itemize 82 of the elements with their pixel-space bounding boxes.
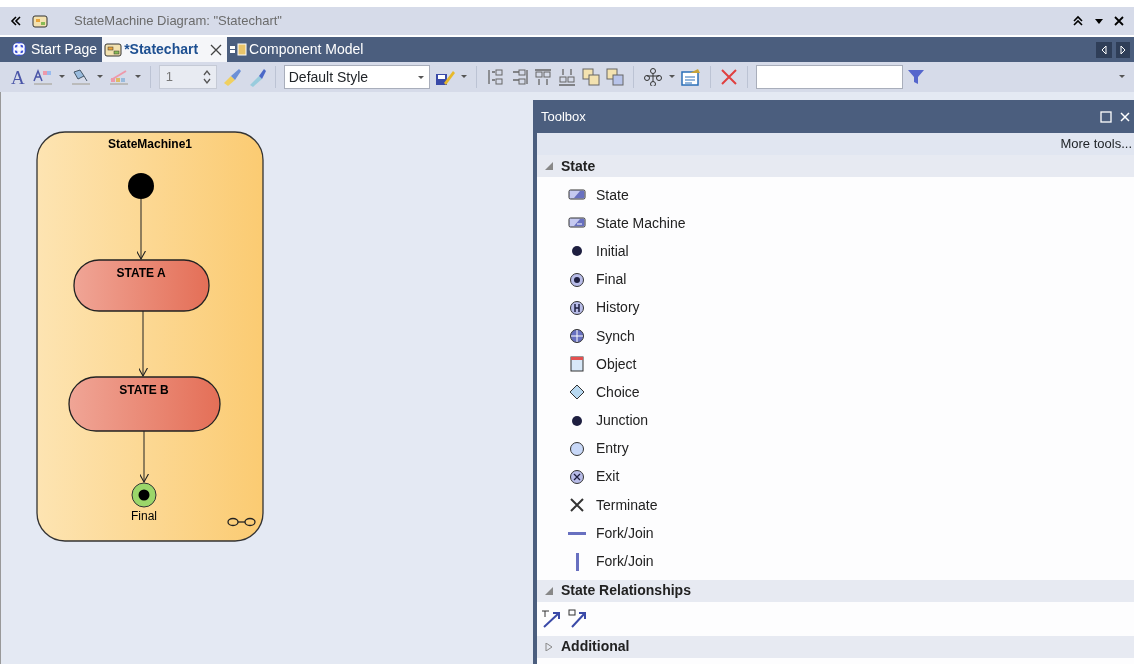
line-width-spinner[interactable]: 1 bbox=[158, 65, 217, 89]
caret-icon[interactable] bbox=[57, 74, 66, 80]
transition-arrow[interactable] bbox=[138, 430, 150, 483]
diagram-icon bbox=[104, 40, 123, 59]
section-header[interactable]: State bbox=[537, 155, 1134, 177]
toolbox-item[interactable]: Object bbox=[537, 350, 1134, 379]
toolbox-item[interactable]: State Machine bbox=[537, 209, 1134, 238]
state-node[interactable] bbox=[73, 259, 210, 312]
transition-arrow[interactable] bbox=[135, 198, 147, 260]
section-header[interactable]: Additional bbox=[537, 635, 1134, 658]
fill-color-icon[interactable] bbox=[69, 68, 92, 86]
hierarchy-icon[interactable] bbox=[641, 68, 664, 86]
toolbox-item[interactable]: Terminate bbox=[537, 491, 1134, 520]
toolbox-item[interactable]: State bbox=[537, 181, 1134, 210]
state-machine-title: StateMachine1 bbox=[108, 137, 192, 151]
dropdown-icon[interactable] bbox=[1094, 16, 1104, 26]
transition-arrow[interactable] bbox=[137, 310, 149, 377]
initial-node[interactable] bbox=[128, 173, 154, 199]
bring-forward-icon[interactable] bbox=[580, 67, 601, 87]
toolbox-item[interactable]: Fork/Join bbox=[537, 547, 1134, 576]
style-dropdown[interactable]: Default Style bbox=[283, 65, 430, 89]
properties-icon[interactable] bbox=[679, 67, 702, 87]
window-title: StateMachine Diagram: "Statechart" bbox=[74, 12, 282, 31]
align-bottom-icon[interactable] bbox=[556, 67, 577, 87]
more-tools-link[interactable]: More tools... bbox=[1060, 134, 1132, 154]
caret-icon[interactable] bbox=[667, 74, 676, 80]
entry-icon bbox=[568, 440, 586, 457]
final-label: Final bbox=[131, 509, 157, 523]
component-icon bbox=[229, 40, 248, 59]
font-color-icon[interactable] bbox=[31, 68, 54, 86]
align-top-icon[interactable] bbox=[532, 67, 553, 87]
caret-icon[interactable] bbox=[1118, 74, 1126, 80]
toolbox-item[interactable]: Entry bbox=[537, 434, 1134, 463]
toolbox-item[interactable]: Junction bbox=[537, 406, 1134, 435]
expand-up-icon[interactable] bbox=[1072, 15, 1084, 27]
toolbox-item[interactable]: Initial bbox=[537, 237, 1134, 266]
caret-icon[interactable] bbox=[459, 74, 468, 80]
fork-bar-icon bbox=[575, 552, 579, 571]
tab[interactable]: Component Model bbox=[227, 37, 369, 62]
line-color-icon[interactable] bbox=[107, 68, 130, 86]
close-icon[interactable] bbox=[1114, 16, 1124, 26]
panel-title: Toolbox bbox=[541, 107, 586, 126]
object-icon bbox=[568, 356, 586, 373]
state-label: STATE A bbox=[116, 266, 166, 280]
fork-bar-icon bbox=[568, 531, 586, 535]
history-icon bbox=[568, 299, 586, 316]
caret-icon bbox=[416, 74, 425, 80]
state-label: STATE B bbox=[119, 383, 169, 397]
filter-icon[interactable] bbox=[906, 68, 925, 86]
delete-icon[interactable] bbox=[718, 67, 739, 87]
toolbox-item[interactable]: Exit bbox=[537, 462, 1134, 492]
save-edit-icon[interactable] bbox=[433, 68, 456, 86]
tab[interactable]: Start Page bbox=[9, 37, 103, 62]
terminate-icon bbox=[568, 497, 586, 514]
toolbox-item[interactable]: Fork/Join bbox=[537, 519, 1134, 548]
spin-arrows-icon[interactable] bbox=[201, 69, 212, 85]
scroll-right-icon[interactable] bbox=[1116, 41, 1130, 58]
transition-icon[interactable] bbox=[541, 608, 561, 629]
search-field[interactable] bbox=[755, 65, 903, 89]
expand-icon[interactable] bbox=[545, 642, 553, 651]
caret-icon[interactable] bbox=[95, 74, 104, 80]
synch-icon bbox=[568, 328, 586, 345]
caret-icon[interactable] bbox=[133, 74, 142, 80]
state-node[interactable] bbox=[68, 376, 221, 432]
section-header[interactable]: State Relationships bbox=[537, 579, 1134, 602]
toolbox-item[interactable]: History bbox=[537, 293, 1134, 322]
tab[interactable]: *Statechart bbox=[102, 37, 228, 62]
maximize-icon[interactable] bbox=[1100, 110, 1112, 123]
exit-icon bbox=[568, 468, 586, 485]
message-transition-icon[interactable] bbox=[567, 608, 587, 629]
final-node[interactable] bbox=[131, 482, 157, 508]
final-icon bbox=[568, 271, 586, 288]
composite-icon bbox=[227, 517, 256, 527]
scroll-left-icon[interactable] bbox=[1096, 41, 1112, 58]
text-format-button[interactable]: A bbox=[8, 67, 28, 87]
toolbox-item[interactable]: Choice bbox=[537, 378, 1134, 407]
choice-icon bbox=[568, 384, 586, 401]
diagram-icon bbox=[32, 13, 48, 29]
close-icon[interactable] bbox=[210, 43, 223, 56]
toolbox-item[interactable]: Final bbox=[537, 265, 1134, 294]
send-backward-icon[interactable] bbox=[604, 67, 625, 87]
toolbox-item[interactable]: Synch bbox=[537, 321, 1134, 351]
